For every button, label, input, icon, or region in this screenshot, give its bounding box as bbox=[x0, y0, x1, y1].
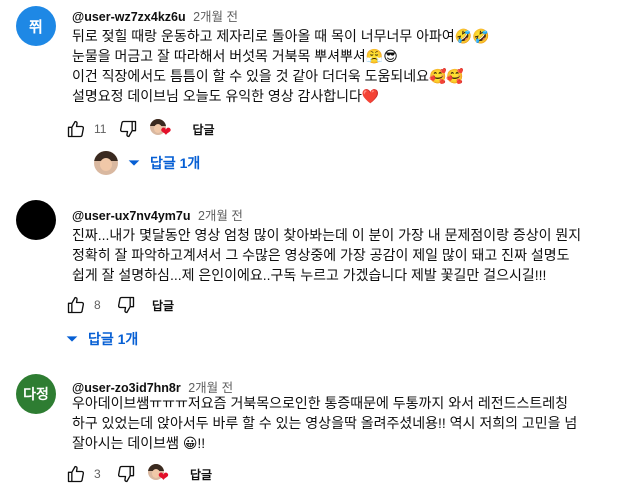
reply-button[interactable]: 답글 bbox=[152, 297, 174, 314]
comment-actions: 3 ❤ 답글 bbox=[64, 462, 212, 486]
view-replies-button[interactable]: 답글 1개 bbox=[126, 153, 200, 173]
author-avatar[interactable] bbox=[16, 200, 56, 240]
author-avatar[interactable]: 쮜 bbox=[16, 6, 56, 46]
comment-line: 잘아시는 데이브쌤 😀!! bbox=[72, 435, 206, 451]
comment-actions: 11 ❤ 답글 bbox=[64, 117, 215, 141]
author-name[interactable]: @user-ux7nv4ym7u bbox=[72, 209, 191, 223]
reply-button[interactable]: 답글 bbox=[192, 121, 214, 138]
heart-icon: ❤ bbox=[158, 469, 169, 484]
comment-text: 우아데이브쌤ㅠㅠㅠ저요즘 거북목으로인한 통증때문에 두통까지 와서 레전드스트… bbox=[72, 393, 617, 453]
comment-line: 우아데이브쌤ㅠㅠㅠ저요즘 거북목으로인한 통증때문에 두통까지 와서 레전드스트… bbox=[72, 395, 569, 411]
like-button[interactable] bbox=[64, 462, 88, 486]
replies-count-label: 답글 1개 bbox=[150, 155, 201, 171]
comment-header: @user-ux7nv4ym7u 2개월 전 bbox=[72, 205, 243, 224]
creator-heart: ❤ bbox=[150, 117, 178, 141]
like-button[interactable] bbox=[64, 117, 88, 141]
heart-icon: ❤ bbox=[160, 124, 172, 139]
chevron-down-icon bbox=[128, 160, 140, 166]
dislike-button[interactable] bbox=[114, 462, 138, 486]
thumb-up-icon bbox=[67, 296, 85, 314]
comment-header: @user-wz7zx4kz6u 2개월 전 bbox=[72, 6, 238, 25]
thumb-up-icon bbox=[67, 120, 85, 138]
dislike-button[interactable] bbox=[116, 117, 140, 141]
comment-line: 뒤로 젖힐 때랑 운동하고 제자리로 돌아올 때 목이 너무너무 아파여🤣🤣 bbox=[72, 28, 490, 44]
like-count: 11 bbox=[94, 122, 107, 136]
comment-time[interactable]: 2개월 전 bbox=[193, 10, 238, 24]
like-button[interactable] bbox=[64, 293, 88, 317]
comment-actions: 8 답글 bbox=[64, 293, 174, 317]
replies-count-label: 답글 1개 bbox=[88, 331, 139, 347]
comment-line: 눈물을 머금고 잘 따라해서 버섯목 거북목 뿌셔뿌셔😤😎 bbox=[72, 48, 398, 64]
comment-line: 설명요정 데이브님 오늘도 유익한 영상 감사합니다❤️ bbox=[72, 88, 380, 104]
comment-text: 진짜...내가 몇달동안 영상 엄청 많이 찾아봐는데 이 분이 가장 내 문제… bbox=[72, 225, 617, 285]
comment-line: 진짜...내가 몇달동안 영상 엄청 많이 찾아봐는데 이 분이 가장 내 문제… bbox=[72, 227, 582, 243]
comment-line: 이건 직장에서도 틈틈이 할 수 있을 것 같아 더더욱 도움되네요🥰🥰 bbox=[72, 68, 464, 84]
like-count: 3 bbox=[94, 467, 101, 481]
view-replies-button[interactable]: 답글 1개 bbox=[64, 329, 138, 349]
replies-toggle[interactable]: 답글 1개 bbox=[94, 150, 200, 176]
reply-button[interactable]: 답글 bbox=[190, 466, 212, 483]
thumb-down-icon bbox=[117, 465, 135, 483]
creator-heart: ❤ bbox=[148, 462, 176, 486]
author-avatar[interactable]: 다정 bbox=[16, 374, 56, 414]
comment-line: 하구 있었는데 앉아서두 바루 할 수 있는 영상을딱 올려주셨네용!! 역시 … bbox=[72, 415, 578, 431]
comment-text: 뒤로 젖힐 때랑 운동하고 제자리로 돌아올 때 목이 너무너무 아파여🤣🤣 눈… bbox=[72, 26, 617, 106]
creator-avatar bbox=[94, 151, 118, 175]
replies-toggle[interactable]: 답글 1개 bbox=[64, 326, 138, 352]
thumb-down-icon bbox=[117, 296, 135, 314]
chevron-down-icon bbox=[66, 336, 78, 342]
comment-line: 정확히 잘 파악하고계셔서 그 수많은 영상중에 가장 공감이 제일 많이 돼고… bbox=[72, 247, 570, 263]
comment-time[interactable]: 2개월 전 bbox=[198, 209, 243, 223]
dislike-button[interactable] bbox=[114, 293, 138, 317]
like-count: 8 bbox=[94, 298, 101, 312]
thumb-up-icon bbox=[67, 465, 85, 483]
thumb-down-icon bbox=[120, 120, 137, 138]
author-name[interactable]: @user-wz7zx4kz6u bbox=[72, 10, 186, 24]
comment-line: 쉽게 잘 설명하심...제 은인이에요..구독 누르고 가겠습니다 제발 꽃길만… bbox=[72, 267, 547, 283]
